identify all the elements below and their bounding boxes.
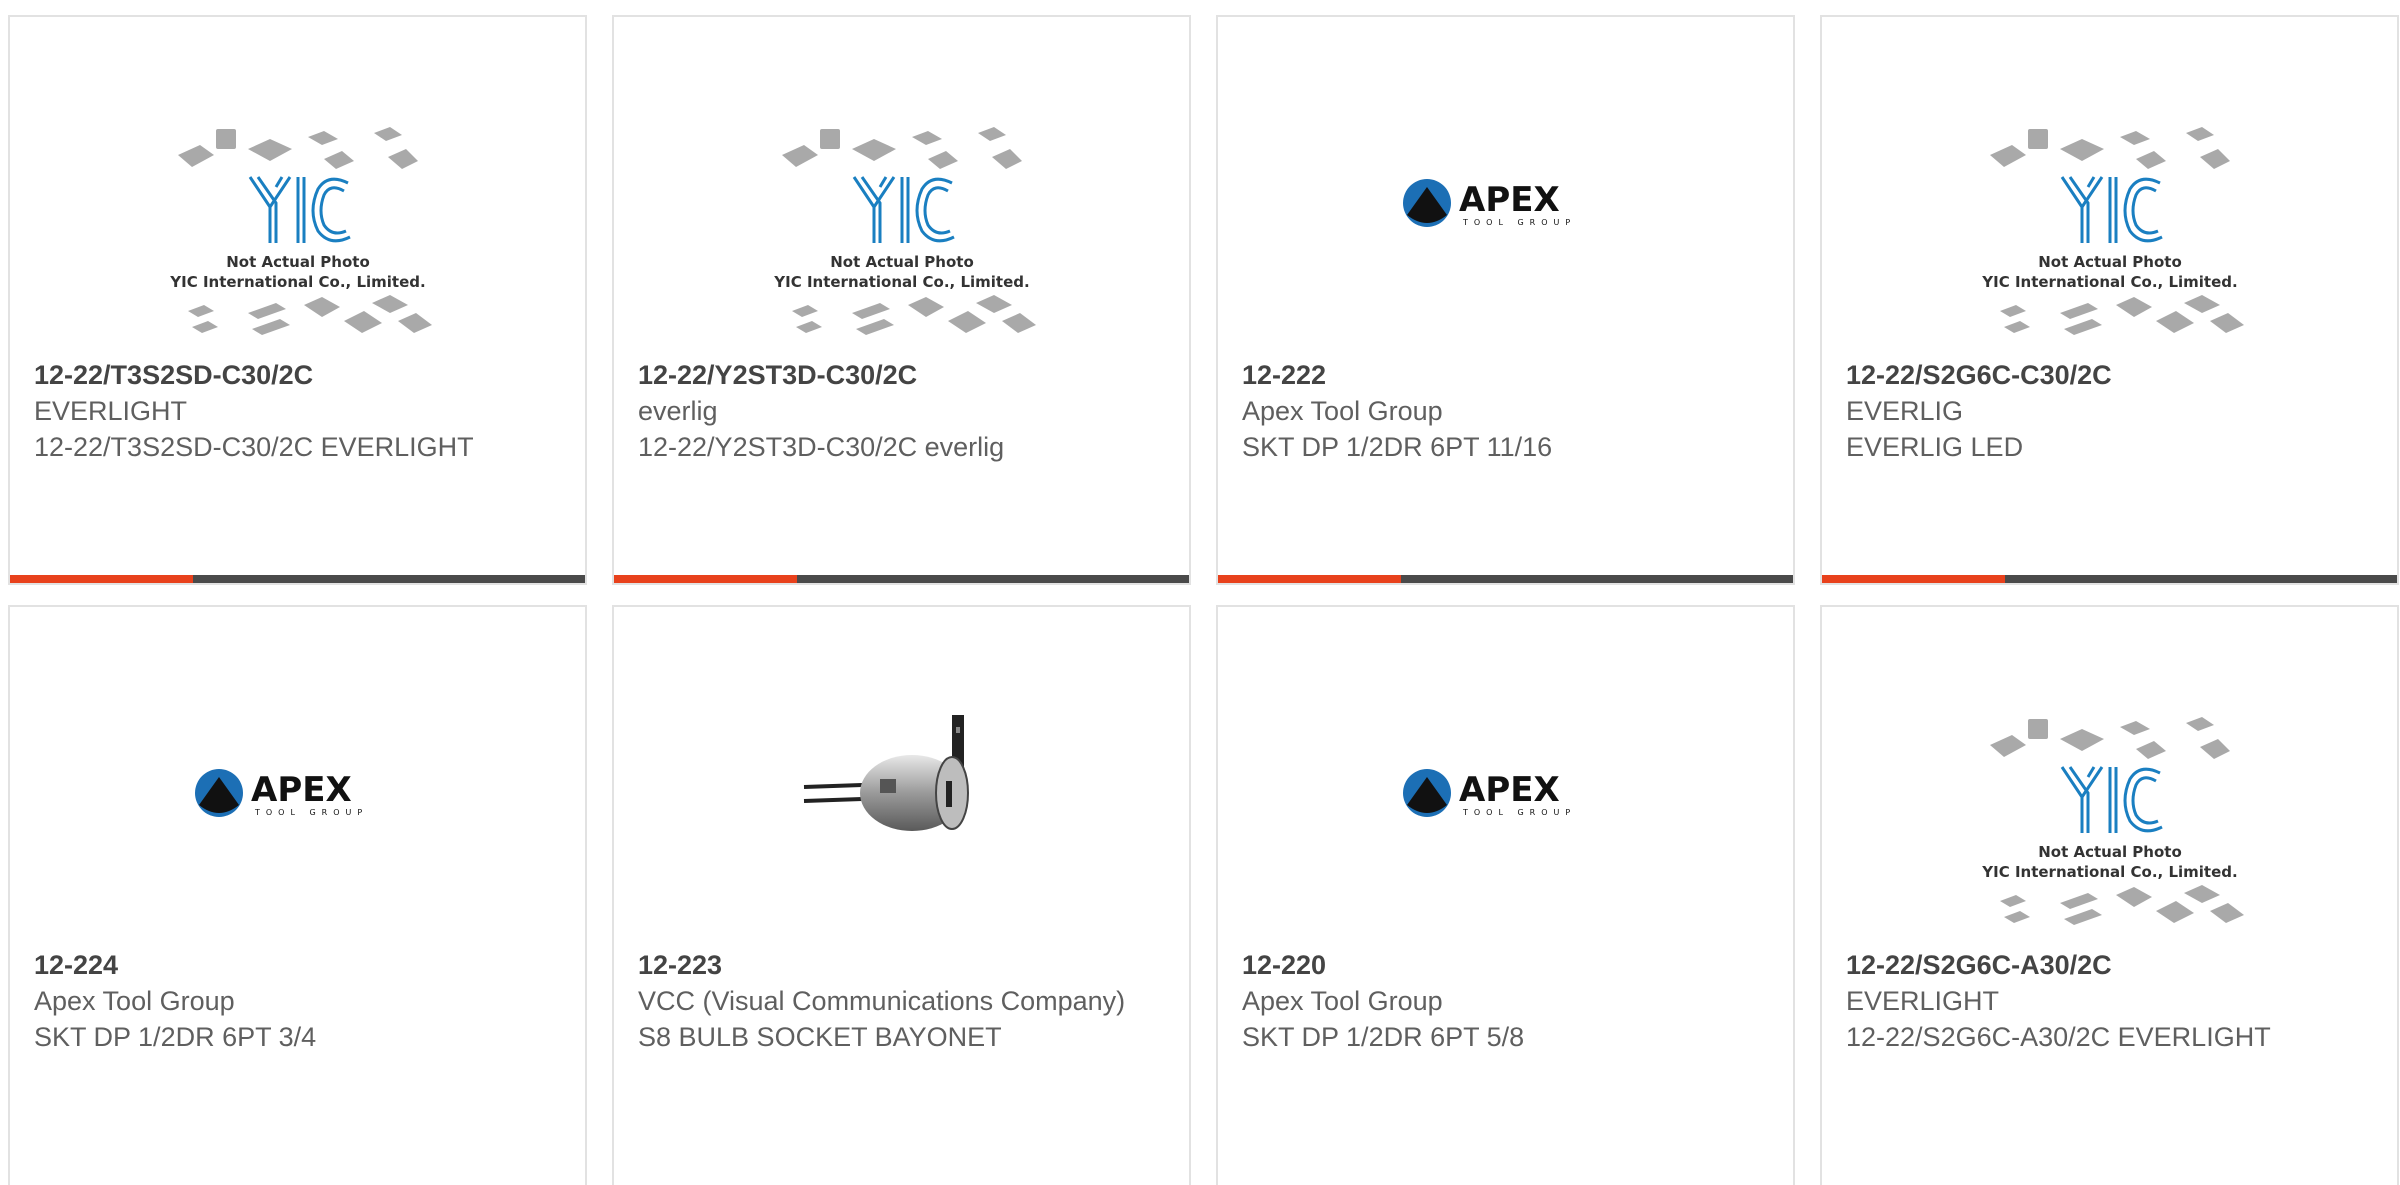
product-card[interactable]: Not Actual Photo YIC International Co., … (1820, 15, 2399, 585)
part-number[interactable]: 12-222 (1242, 357, 1769, 393)
product-card[interactable]: Not Actual Photo YIC International Co., … (8, 15, 587, 585)
apex-tagline: TOOL GROUP (1462, 808, 1576, 817)
product-info: 12-22/S2G6C-C30/2C EVERLIG EVERLIG LED (1846, 357, 2373, 465)
apex-logo-image: APEX TOOL GROUP (194, 769, 368, 817)
apex-wordmark: APEX (251, 770, 352, 810)
product-card[interactable]: APEX TOOL GROUP 12-222 Apex Tool Group S… (1216, 15, 1795, 585)
product-image[interactable]: APEX TOOL GROUP (1218, 87, 1793, 367)
yic-caption-2: YIC International Co., Limited. (1981, 863, 2237, 881)
yic-caption-1: Not Actual Photo (226, 253, 370, 271)
card-accent (1822, 575, 2005, 583)
product-info: 12-22/T3S2SD-C30/2C EVERLIGHT 12-22/T3S2… (34, 357, 561, 465)
manufacturer: EVERLIG (1846, 396, 1964, 426)
description: 12-22/T3S2SD-C30/2C EVERLIGHT (34, 432, 474, 462)
apex-tagline: TOOL GROUP (254, 808, 368, 817)
part-number[interactable]: 12-22/S2G6C-A30/2C (1846, 947, 2373, 983)
manufacturer: VCC (Visual Communications Company) (638, 986, 1126, 1016)
card-accent (1218, 575, 1401, 583)
product-grid: Not Actual Photo YIC International Co., … (0, 0, 2400, 1185)
apex-wordmark: APEX (1459, 180, 1560, 220)
part-number[interactable]: 12-22/S2G6C-C30/2C (1846, 357, 2373, 393)
product-image[interactable]: Not Actual Photo YIC International Co., … (10, 87, 585, 367)
manufacturer: everlig (638, 396, 718, 426)
description: S8 BULB SOCKET BAYONET (638, 1022, 1002, 1052)
apex-tagline: TOOL GROUP (1462, 218, 1576, 227)
product-image[interactable]: Not Actual Photo YIC International Co., … (614, 87, 1189, 367)
part-number[interactable]: 12-22/Y2ST3D-C30/2C (638, 357, 1165, 393)
yic-caption-1: Not Actual Photo (2038, 843, 2182, 861)
part-number[interactable]: 12-224 (34, 947, 561, 983)
product-info: 12-222 Apex Tool Group SKT DP 1/2DR 6PT … (1242, 357, 1769, 465)
product-image[interactable]: Not Actual Photo YIC International Co., … (1822, 677, 2397, 957)
card-accent (614, 575, 797, 583)
card-bottom-bar (614, 575, 1189, 583)
yic-placeholder-image: Not Actual Photo YIC International Co., … (1981, 127, 2244, 335)
manufacturer: Apex Tool Group (34, 986, 235, 1016)
product-info: 12-220 Apex Tool Group SKT DP 1/2DR 6PT … (1242, 947, 1769, 1055)
description: SKT DP 1/2DR 6PT 5/8 (1242, 1022, 1525, 1052)
product-card[interactable]: APEX TOOL GROUP 12-224 Apex Tool Group S… (8, 605, 587, 1185)
manufacturer: Apex Tool Group (1242, 396, 1443, 426)
card-bottom-bar (1218, 575, 1793, 583)
yic-caption-2: YIC International Co., Limited. (1981, 273, 2237, 291)
yic-caption-2: YIC International Co., Limited. (773, 273, 1029, 291)
apex-logo-image: APEX TOOL GROUP (1402, 769, 1576, 817)
product-info: 12-223 VCC (Visual Communications Compan… (638, 947, 1165, 1055)
description: 12-22/S2G6C-A30/2C EVERLIGHT (1846, 1022, 2271, 1052)
description: SKT DP 1/2DR 6PT 3/4 (34, 1022, 317, 1052)
part-number[interactable]: 12-220 (1242, 947, 1769, 983)
bulb-socket-photo (803, 715, 969, 831)
manufacturer: Apex Tool Group (1242, 986, 1443, 1016)
product-image[interactable]: APEX TOOL GROUP (1218, 677, 1793, 957)
product-card[interactable]: APEX TOOL GROUP 12-220 Apex Tool Group S… (1216, 605, 1795, 1185)
product-info: 12-22/S2G6C-A30/2C EVERLIGHT 12-22/S2G6C… (1846, 947, 2373, 1055)
product-card[interactable]: 12-223 VCC (Visual Communications Compan… (612, 605, 1191, 1185)
part-number[interactable]: 12-223 (638, 947, 1165, 983)
product-card[interactable]: Not Actual Photo YIC International Co., … (612, 15, 1191, 585)
yic-placeholder-image: Not Actual Photo YIC International Co., … (1981, 717, 2244, 925)
apex-logo-image: APEX TOOL GROUP (1402, 179, 1576, 227)
description: EVERLIG LED (1846, 432, 2024, 462)
yic-caption-1: Not Actual Photo (830, 253, 974, 271)
description: SKT DP 1/2DR 6PT 11/16 (1242, 432, 1553, 462)
product-image[interactable] (614, 677, 1189, 957)
manufacturer: EVERLIGHT (34, 396, 188, 426)
product-image[interactable]: Not Actual Photo YIC International Co., … (1822, 87, 2397, 367)
card-accent (10, 575, 193, 583)
card-bottom-bar (1822, 575, 2397, 583)
product-info: 12-224 Apex Tool Group SKT DP 1/2DR 6PT … (34, 947, 561, 1055)
product-image[interactable]: APEX TOOL GROUP (10, 677, 585, 957)
manufacturer: EVERLIGHT (1846, 986, 2000, 1016)
yic-caption-2: YIC International Co., Limited. (169, 273, 425, 291)
product-card[interactable]: Not Actual Photo YIC International Co., … (1820, 605, 2399, 1185)
yic-placeholder-image: Not Actual Photo YIC International Co., … (773, 127, 1036, 335)
description: 12-22/Y2ST3D-C30/2C everlig (638, 432, 1005, 462)
product-info: 12-22/Y2ST3D-C30/2C everlig 12-22/Y2ST3D… (638, 357, 1165, 465)
part-number[interactable]: 12-22/T3S2SD-C30/2C (34, 357, 561, 393)
yic-placeholder-image: Not Actual Photo YIC International Co., … (169, 127, 432, 335)
card-bottom-bar (10, 575, 585, 583)
yic-caption-1: Not Actual Photo (2038, 253, 2182, 271)
apex-wordmark: APEX (1459, 770, 1560, 810)
